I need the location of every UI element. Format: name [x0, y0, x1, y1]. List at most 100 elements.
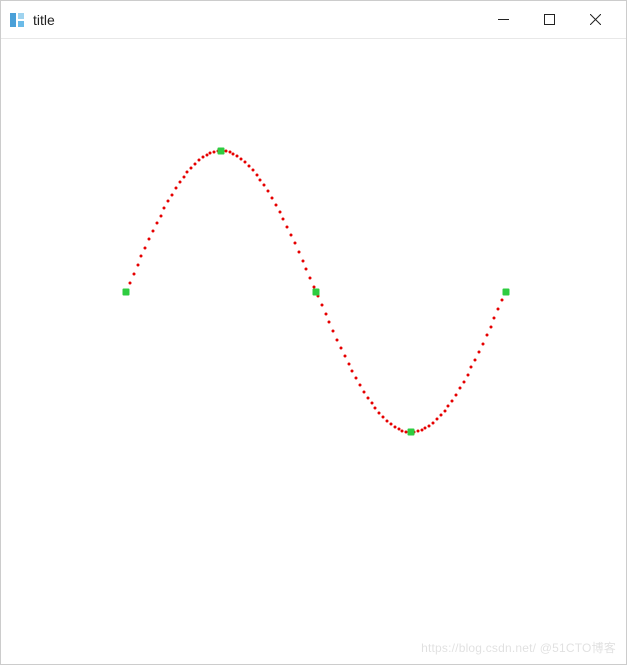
- sine-curve-point: [470, 366, 473, 369]
- sine-curve-point: [328, 321, 331, 324]
- sine-curve-point: [332, 330, 335, 333]
- sine-curve-point: [374, 407, 377, 410]
- sine-curve-point: [159, 214, 162, 217]
- sine-curve-point: [339, 346, 342, 349]
- control-points-point: [313, 288, 320, 295]
- maximize-button[interactable]: [526, 5, 572, 35]
- sine-curve-point: [432, 421, 435, 424]
- sine-curve-point: [155, 222, 158, 225]
- sine-curve-point: [174, 187, 177, 190]
- sine-curve-point: [236, 155, 239, 158]
- sine-curve-point: [309, 277, 312, 280]
- sine-curve-point: [286, 226, 289, 229]
- sine-curve-point: [435, 418, 438, 421]
- sine-curve-point: [151, 230, 154, 233]
- sine-curve-point: [251, 168, 254, 171]
- sine-curve-point: [439, 414, 442, 417]
- sine-curve-point: [370, 402, 373, 405]
- sine-curve-point: [201, 156, 204, 159]
- sine-curve-point: [489, 325, 492, 328]
- sine-curve-point: [320, 303, 323, 306]
- sine-curve-point: [485, 334, 488, 337]
- sine-curve-point: [209, 152, 212, 155]
- sine-curve-point: [144, 246, 147, 249]
- sine-curve-point: [148, 238, 151, 241]
- sine-curve-point: [274, 203, 277, 206]
- sine-curve-point: [343, 354, 346, 357]
- sine-curve-point: [455, 393, 458, 396]
- sine-curve-point: [243, 160, 246, 163]
- sine-curve-point: [270, 196, 273, 199]
- sine-curve-point: [324, 312, 327, 315]
- sine-curve-point: [194, 162, 197, 165]
- sine-curve-point: [297, 250, 300, 253]
- control-points-point: [218, 148, 225, 155]
- sine-curve-point: [305, 268, 308, 271]
- app-icon: [9, 12, 25, 28]
- minimize-button[interactable]: [480, 5, 526, 35]
- sine-curve-point: [132, 272, 135, 275]
- sine-curve-point: [386, 420, 389, 423]
- sine-curve-point: [359, 384, 362, 387]
- sine-curve-point: [382, 416, 385, 419]
- sine-curve-point: [197, 159, 200, 162]
- sine-curve-point: [213, 150, 216, 153]
- sine-curve-point: [497, 308, 500, 311]
- sine-curve-point: [167, 200, 170, 203]
- control-points-point: [503, 288, 510, 295]
- sine-curve-point: [493, 317, 496, 320]
- control-points-point: [123, 288, 130, 295]
- sine-curve-point: [366, 396, 369, 399]
- sine-curve-point: [462, 380, 465, 383]
- sine-curve-point: [443, 409, 446, 412]
- sine-curve-point: [163, 207, 166, 210]
- sine-curve-point: [478, 350, 481, 353]
- sine-curve-point: [355, 377, 358, 380]
- sine-curve-point: [362, 390, 365, 393]
- sine-curve-point: [397, 427, 400, 430]
- sine-curve-point: [458, 387, 461, 390]
- sine-curve-point: [224, 150, 227, 153]
- sine-curve-point: [228, 151, 231, 154]
- sine-curve-point: [447, 404, 450, 407]
- close-button[interactable]: [572, 5, 618, 35]
- sine-curve-point: [424, 427, 427, 430]
- sine-curve-point: [393, 425, 396, 428]
- sine-curve-point: [259, 178, 262, 181]
- sine-curve-point: [347, 362, 350, 365]
- sine-curve-point: [428, 424, 431, 427]
- sine-curve-point: [401, 429, 404, 432]
- sine-curve-point: [481, 342, 484, 345]
- sine-curve-point: [301, 259, 304, 262]
- watermark-text: https://blog.csdn.net/ @51CTO博客: [421, 639, 616, 656]
- plot-canvas: https://blog.csdn.net/ @51CTO博客: [1, 39, 626, 664]
- sine-curve-point: [378, 412, 381, 415]
- sine-curve-point: [140, 255, 143, 258]
- sine-curve-point: [389, 423, 392, 426]
- sine-curve-point: [263, 184, 266, 187]
- sine-curve-point: [128, 281, 131, 284]
- control-points-point: [408, 428, 415, 435]
- sine-curve-point: [267, 190, 270, 193]
- sine-curve-point: [420, 428, 423, 431]
- sine-curve-point: [182, 176, 185, 179]
- window-title: title: [33, 12, 55, 28]
- sine-curve-point: [190, 166, 193, 169]
- sine-curve-point: [282, 218, 285, 221]
- sine-curve-point: [278, 210, 281, 213]
- sine-curve-point: [293, 242, 296, 245]
- sine-curve-point: [136, 263, 139, 266]
- sine-curve-point: [351, 370, 354, 373]
- sine-curve-point: [466, 373, 469, 376]
- sine-curve-point: [416, 430, 419, 433]
- sine-curve-point: [451, 399, 454, 402]
- sine-curve-point: [205, 153, 208, 156]
- window-titlebar: title: [1, 1, 626, 39]
- sine-curve-point: [501, 299, 504, 302]
- sine-curve-point: [240, 157, 243, 160]
- sine-curve-point: [290, 234, 293, 237]
- sine-curve-point: [255, 173, 258, 176]
- sine-curve-point: [171, 193, 174, 196]
- sine-curve-point: [336, 338, 339, 341]
- sine-curve-point: [178, 181, 181, 184]
